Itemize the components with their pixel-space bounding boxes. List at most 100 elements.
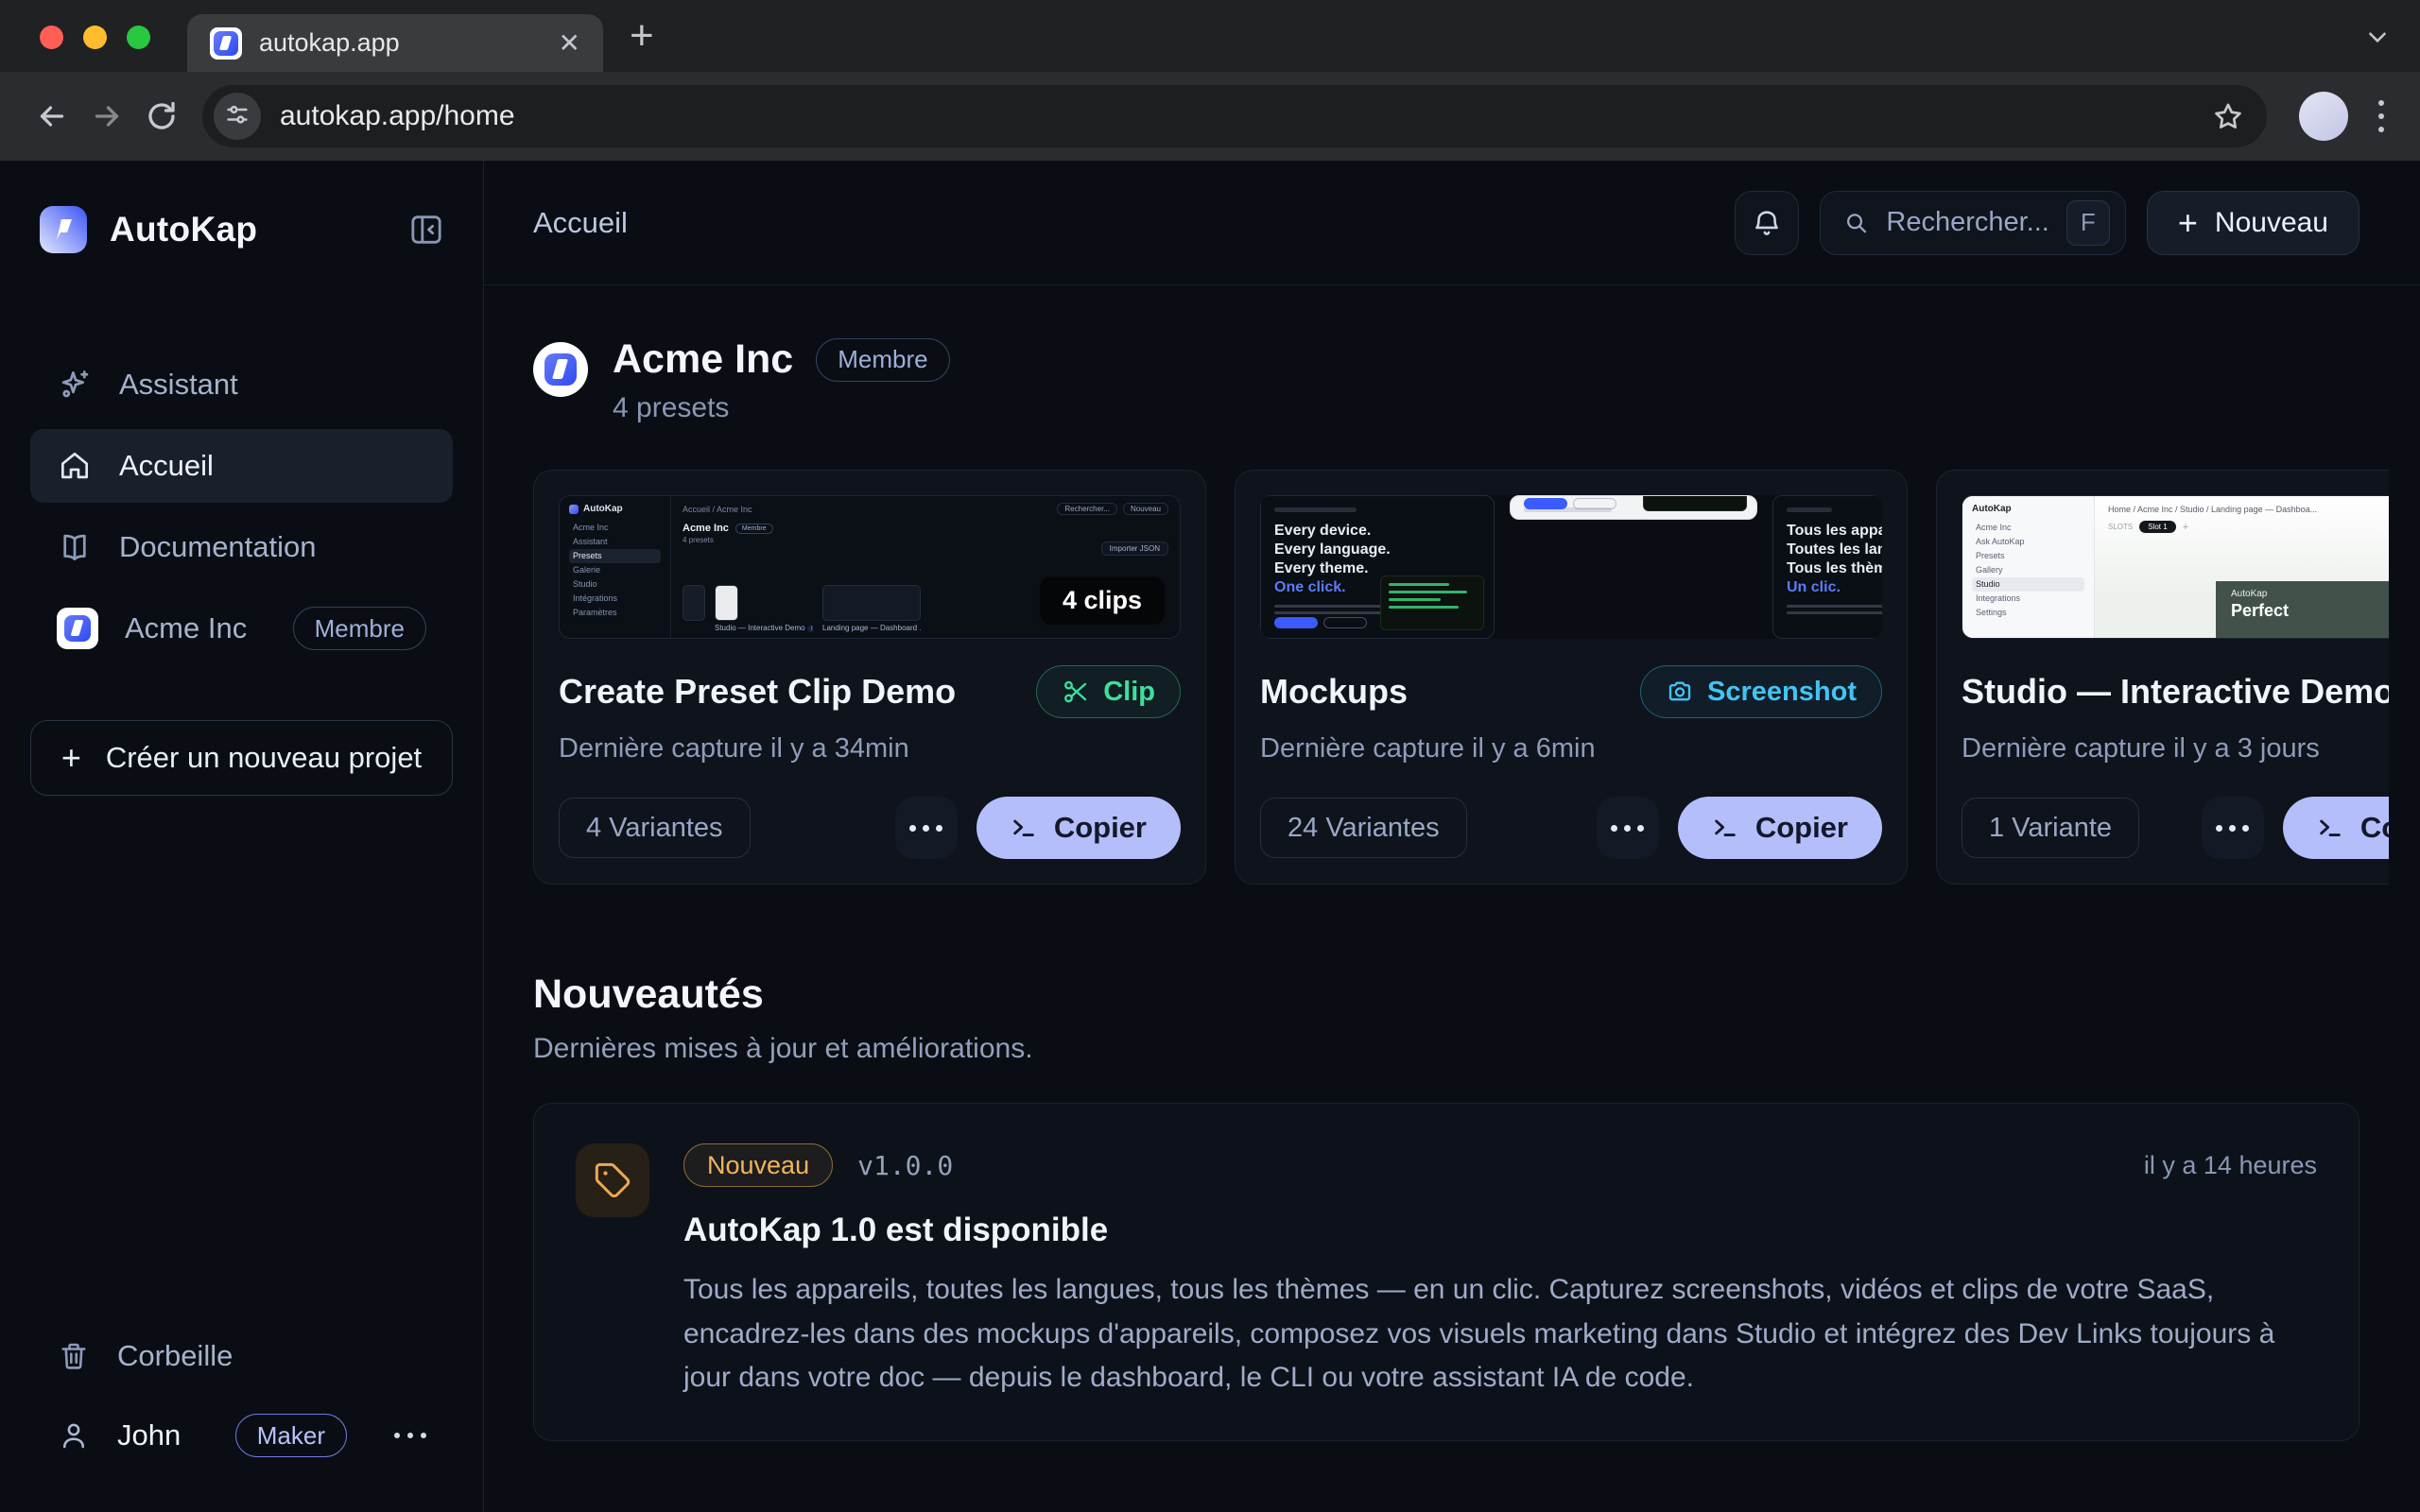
- search-icon: [1843, 210, 1870, 236]
- sidebar-item-label: Acme Inc: [125, 611, 247, 645]
- breadcrumb[interactable]: Accueil: [533, 206, 1714, 240]
- news-title: AutoKap 1.0 est disponible: [683, 1211, 2317, 1249]
- bell-icon: [1751, 207, 1783, 239]
- traffic-lights: [40, 26, 150, 49]
- news-heading: Nouveautés: [533, 971, 2360, 1018]
- user-menu-icon[interactable]: [394, 1433, 426, 1438]
- site-settings-icon[interactable]: [214, 93, 261, 140]
- clip-type-badge: Clip: [1036, 665, 1181, 718]
- workspace-name: Acme Inc: [613, 336, 793, 383]
- membre-badge: Membre: [293, 607, 426, 650]
- sidebar-item-label: Assistant: [119, 368, 238, 402]
- screenshot-type-badge: Screenshot: [1640, 665, 1882, 718]
- variants-button[interactable]: 1 Variante: [1962, 798, 2139, 858]
- preset-title: Studio — Interactive Demo: [1962, 672, 2389, 712]
- preset-thumbnail: AutoKap Acme Inc Ask AutoKap Presets Gal…: [1962, 495, 2389, 639]
- address-bar[interactable]: autokap.app/home: [202, 85, 2267, 147]
- preset-title: Create Preset Clip Demo: [559, 672, 956, 712]
- bookmark-star-icon[interactable]: [2212, 100, 2244, 132]
- notifications-button[interactable]: [1735, 191, 1799, 255]
- preset-title: Mockups: [1260, 672, 1408, 712]
- terminal-icon: [1011, 815, 1037, 841]
- news-body: Tous les appareils, toutes les langues, …: [683, 1268, 2317, 1400]
- user-name: John: [117, 1418, 181, 1452]
- preset-card-studio-interactive-demo[interactable]: AutoKap Acme Inc Ask AutoKap Presets Gal…: [1936, 470, 2389, 885]
- clips-count-overlay: 4 clips: [1040, 576, 1165, 625]
- trash-icon: [57, 1339, 91, 1373]
- variants-button[interactable]: 4 Variantes: [559, 798, 751, 858]
- user-icon: [57, 1418, 91, 1452]
- minimize-window-button[interactable]: [83, 26, 107, 49]
- variants-button[interactable]: 24 Variantes: [1260, 798, 1467, 858]
- scissors-icon: [1062, 678, 1090, 706]
- brand-row: AutoKap: [30, 204, 453, 255]
- camera-icon: [1666, 678, 1694, 706]
- preset-card-mockups[interactable]: Every device. Every language. Every them…: [1235, 470, 1908, 885]
- preset-card-create-preset-clip-demo[interactable]: AutoKap Acme Inc Assistant Presets Galer…: [533, 470, 1206, 885]
- book-icon: [57, 529, 93, 565]
- sidebar-item-documentation[interactable]: Documentation: [30, 510, 453, 584]
- tab-close-icon[interactable]: ✕: [559, 30, 580, 57]
- sidebar-item-label: Documentation: [119, 530, 317, 564]
- create-project-label: Créer un nouveau projet: [106, 741, 422, 775]
- forward-button[interactable]: [79, 89, 134, 144]
- tab-favicon-icon: [210, 27, 242, 60]
- last-capture-text: Dernière capture il y a 3 jours: [1962, 733, 2389, 765]
- preset-thumbnail: AutoKap Acme Inc Assistant Presets Galer…: [559, 495, 1181, 639]
- new-tab-button[interactable]: +: [630, 15, 654, 57]
- new-button[interactable]: + Nouveau: [2147, 191, 2360, 255]
- acme-workspace-icon: [57, 608, 98, 649]
- reload-button[interactable]: [134, 89, 189, 144]
- workspace-membre-badge: Membre: [816, 338, 949, 382]
- sidebar-item-acme-inc[interactable]: Acme Inc Membre: [30, 592, 453, 665]
- close-window-button[interactable]: [40, 26, 63, 49]
- news-card[interactable]: Nouveau v1.0.0 il y a 14 heures AutoKap …: [533, 1103, 2360, 1441]
- sidebar-item-corbeille[interactable]: Corbeille: [30, 1319, 453, 1393]
- brand-name: AutoKap: [110, 210, 387, 249]
- search-shortcut-key: F: [2066, 200, 2110, 246]
- content-area: Acme Inc Membre 4 presets AutoKap Acme: [484, 285, 2420, 1512]
- terminal-icon: [2317, 815, 2343, 841]
- browser-tab[interactable]: autokap.app ✕: [187, 14, 603, 72]
- home-icon: [57, 448, 93, 484]
- last-capture-text: Dernière capture il y a 34min: [559, 733, 1181, 765]
- copy-button[interactable]: Copier: [1678, 797, 1882, 859]
- tab-title: autokap.app: [259, 28, 542, 58]
- back-button[interactable]: [25, 89, 79, 144]
- create-project-button[interactable]: + Créer un nouveau projet: [30, 720, 453, 796]
- workspace-presets-count: 4 presets: [613, 392, 950, 424]
- card-menu-button[interactable]: [895, 797, 958, 859]
- card-menu-button[interactable]: [2202, 797, 2264, 859]
- zoom-window-button[interactable]: [127, 26, 150, 49]
- url-text: autokap.app/home: [280, 100, 2193, 132]
- plus-icon: +: [61, 741, 81, 775]
- profile-avatar[interactable]: [2299, 92, 2348, 141]
- new-button-label: Nouveau: [2215, 207, 2328, 239]
- preset-cards-row: AutoKap Acme Inc Assistant Presets Galer…: [533, 470, 2389, 885]
- tab-strip: autokap.app ✕ +: [0, 0, 2420, 72]
- sidebar-item-accueil[interactable]: Accueil: [30, 429, 453, 503]
- workspace-avatar: [533, 342, 588, 397]
- workspace-header: Acme Inc Membre 4 presets: [533, 336, 2360, 424]
- sidebar-item-assistant[interactable]: Assistant: [30, 348, 453, 421]
- news-timestamp: il y a 14 heures: [2144, 1151, 2317, 1180]
- search-input[interactable]: Rechercher... F: [1820, 191, 2126, 255]
- version-label: v1.0.0: [857, 1150, 953, 1181]
- nouveau-badge: Nouveau: [683, 1143, 833, 1187]
- terminal-icon: [1712, 815, 1738, 841]
- autokap-app: AutoKap Assistant Accueil Documentation: [0, 161, 2420, 1512]
- tab-search-chevron-icon[interactable]: [2358, 19, 2397, 55]
- copy-button[interactable]: Copier: [2283, 797, 2389, 859]
- main-panel: Accueil Rechercher... F + Nouveau: [484, 161, 2420, 1512]
- search-placeholder: Rechercher...: [1886, 207, 2048, 238]
- autokap-logo-icon: [38, 204, 89, 255]
- preset-thumbnail: Every device. Every language. Every them…: [1260, 495, 1882, 639]
- sidebar-nav: Assistant Accueil Documentation Acme Inc…: [30, 348, 453, 665]
- last-capture-text: Dernière capture il y a 6min: [1260, 733, 1882, 765]
- card-menu-button[interactable]: [1597, 797, 1659, 859]
- browser-menu-icon[interactable]: [2367, 100, 2395, 132]
- user-row[interactable]: John Maker: [30, 1399, 453, 1472]
- copy-button[interactable]: Copier: [977, 797, 1181, 859]
- collapse-sidebar-icon[interactable]: [407, 211, 445, 249]
- sidebar-bottom: Corbeille John Maker: [30, 1319, 453, 1472]
